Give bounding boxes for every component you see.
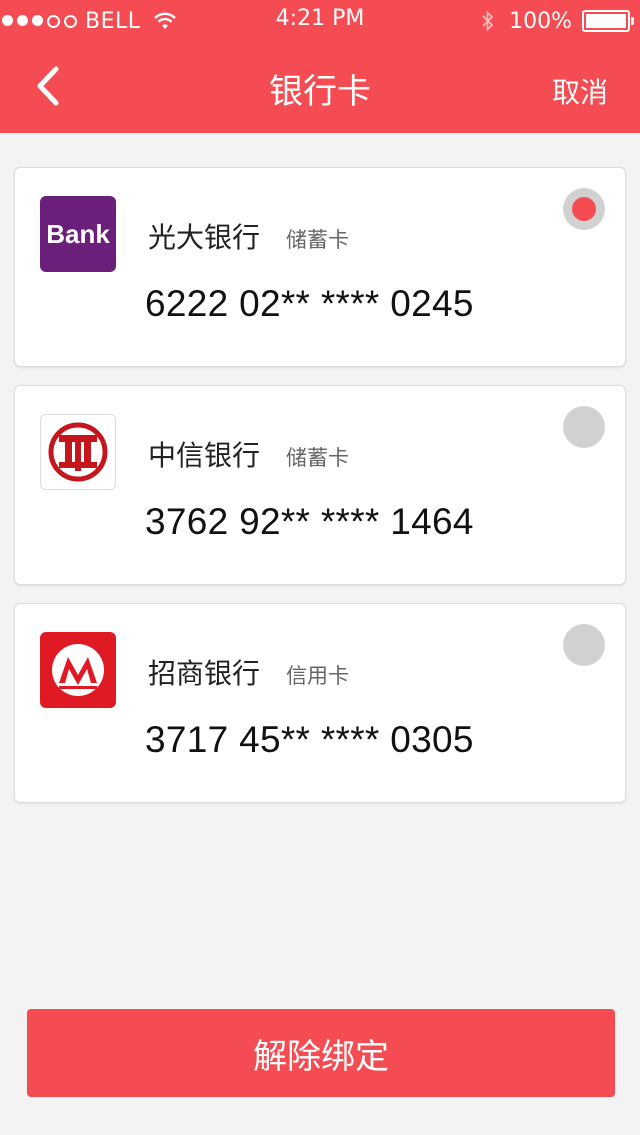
bluetooth-icon [482, 10, 494, 32]
card-number: 3717 45** **** 0305 [145, 719, 474, 760]
battery-percent: 100% [509, 8, 572, 34]
card-number: 3762 92** **** 1464 [145, 501, 474, 542]
battery-fill [586, 14, 626, 28]
everbright-bank-logo: Bank [40, 196, 116, 272]
card-number: 6222 02** **** 0245 [145, 283, 474, 324]
status-bar: BELL 4:21 PM 100% [0, 0, 640, 40]
bank-card-cmb[interactable]: 招商银行 信用卡 3717 45** **** 0305 [14, 603, 626, 803]
navigation-bar: 银行卡 取消 [0, 40, 640, 133]
cmb-emblem-icon [52, 644, 104, 696]
bank-name: 招商银行 [148, 657, 261, 690]
header-bar: BELL 4:21 PM 100% 银行卡 取消 [0, 0, 640, 133]
battery-icon [582, 10, 634, 32]
select-radio[interactable] [563, 406, 605, 448]
unbind-button[interactable]: 解除绑定 [27, 1009, 615, 1097]
select-radio[interactable] [563, 624, 605, 666]
bank-card-citic[interactable]: 中信银行 储蓄卡 3762 92** **** 1464 [14, 385, 626, 585]
card-type: 信用卡 [286, 664, 349, 688]
card-type: 储蓄卡 [286, 446, 349, 470]
page-title: 银行卡 [269, 72, 371, 112]
bank-card-list: Bank 光大银行 储蓄卡 6222 02** **** 0245 中信银行 储… [14, 167, 626, 821]
citic-bank-logo [40, 414, 116, 490]
bank-name: 光大银行 [148, 221, 261, 254]
select-radio[interactable] [563, 188, 605, 230]
everbright-logo-text: Bank [46, 218, 110, 249]
cmb-bank-logo [40, 632, 116, 708]
cancel-button[interactable]: 取消 [552, 71, 608, 111]
card-type: 储蓄卡 [286, 228, 349, 252]
citic-emblem-icon [48, 422, 108, 482]
bank-name: 中信银行 [148, 439, 261, 472]
bank-card-everbright[interactable]: Bank 光大银行 储蓄卡 6222 02** **** 0245 [14, 167, 626, 367]
